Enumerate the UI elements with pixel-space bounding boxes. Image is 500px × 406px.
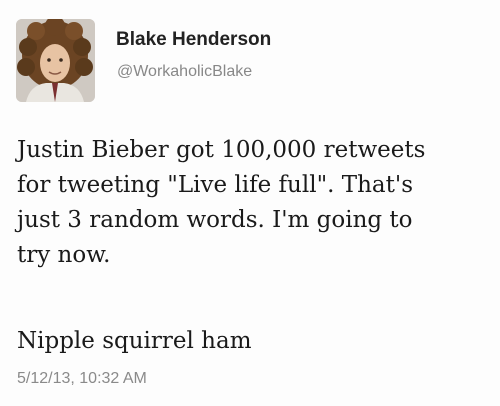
tweet-text-line: try now. bbox=[17, 242, 111, 268]
author-name[interactable]: Blake Henderson bbox=[116, 28, 271, 52]
tweet-text: Justin Bieber got 100,000 retweets for t… bbox=[17, 133, 492, 273]
tweet-text-line: Justin Bieber got 100,000 retweets bbox=[17, 137, 426, 163]
tweet-text-line: for tweeting "Live life full". That's bbox=[17, 172, 414, 198]
author-handle[interactable]: @WorkaholicBlake bbox=[117, 62, 252, 82]
tweet-text-line: just 3 random words. I'm going to bbox=[17, 207, 413, 233]
tweet-punchline: Nipple squirrel ham bbox=[17, 328, 252, 354]
avatar-photo-icon bbox=[16, 19, 95, 102]
tweet-timestamp[interactable]: 5/12/13, 10:32 AM bbox=[17, 369, 147, 389]
tweet-card: Blake Henderson @WorkaholicBlake Justin … bbox=[0, 0, 500, 406]
avatar[interactable] bbox=[16, 19, 95, 102]
